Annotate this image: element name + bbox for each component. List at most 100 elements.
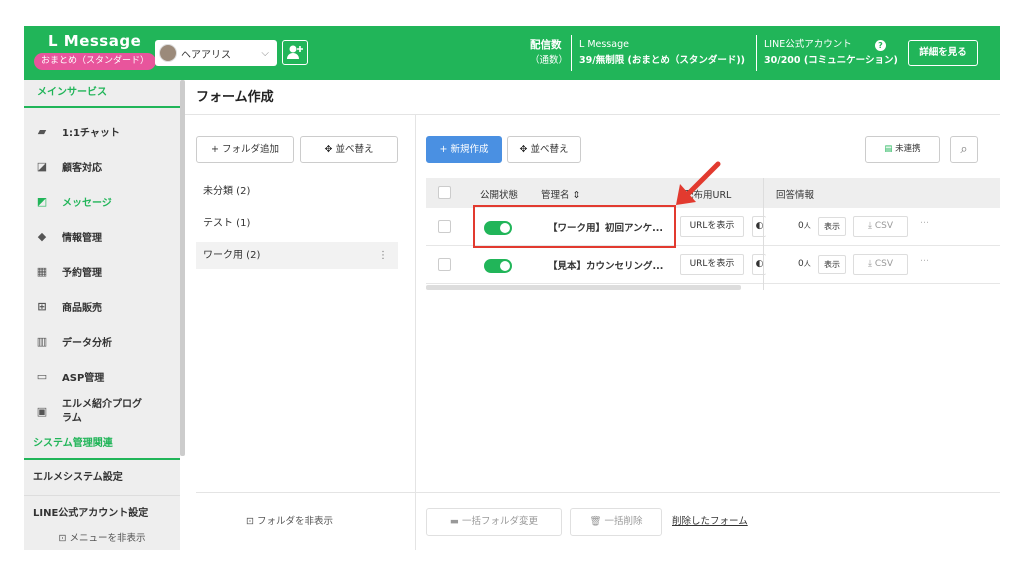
sidebar-item-system-settings[interactable]: エルメシステム設定 xyxy=(24,460,180,496)
csv-button[interactable]: ⤓ CSV xyxy=(853,216,908,237)
referral-icon: ▣ xyxy=(36,405,48,418)
account-name: ヘアアリス xyxy=(181,49,231,61)
bulk-delete-button[interactable]: 🗑 一括削除 xyxy=(570,508,662,536)
unlinked-label: 未連携 xyxy=(895,144,921,154)
deleted-forms-link[interactable]: 削除したフォーム xyxy=(672,507,748,537)
message-icon: ◩ xyxy=(36,194,48,208)
sidebar-item-label: エルメ紹介プログラム xyxy=(62,399,142,424)
add-folder-button[interactable]: + フォルダ追加 xyxy=(196,136,294,163)
more-icon[interactable]: ··· xyxy=(920,256,929,267)
delivery-label: 配信数 xyxy=(530,39,562,51)
folder-label: ワーク用 (2) xyxy=(203,250,261,261)
answer-count-unit: 人 xyxy=(803,222,811,230)
answer-count: 0人 xyxy=(798,259,811,269)
hide-folder-button[interactable]: ⊡ フォルダを非表示 xyxy=(246,507,333,537)
folder-item[interactable]: 未分類 (2) xyxy=(196,178,398,205)
folder-item[interactable]: テスト (1) xyxy=(196,210,398,237)
plan-name: L Message xyxy=(579,39,629,50)
row-checkbox[interactable] xyxy=(438,258,451,271)
move-icon: ✥ xyxy=(519,144,528,155)
show-url-button[interactable]: URLを表示 xyxy=(680,254,744,275)
sidebar-section-system: システム管理関連 xyxy=(24,432,180,460)
column-status: 公開状態 xyxy=(480,190,519,201)
highlight-box xyxy=(473,205,676,248)
new-form-button[interactable]: + 新規作成 xyxy=(426,136,502,163)
row-checkbox[interactable] xyxy=(438,220,451,233)
collapse-icon: ⊡ xyxy=(58,533,67,544)
sidebar-scrollbar[interactable] xyxy=(180,80,185,456)
select-all-checkbox[interactable] xyxy=(438,186,451,199)
sidebar-item-label: 1:1チャット xyxy=(62,128,120,139)
sidebar-item-label: 顧客対応 xyxy=(62,163,102,174)
tag-icon: ◆ xyxy=(37,229,47,243)
footer-divider xyxy=(196,492,1000,493)
divider xyxy=(756,35,757,71)
form-sort-label: 並べ替え xyxy=(530,144,569,155)
answer-count-unit: 人 xyxy=(803,260,811,268)
sidebar-item-label: 商品販売 xyxy=(62,303,102,314)
more-vertical-icon[interactable]: ⋮ xyxy=(378,242,388,269)
sidebar-item-label: メッセージ xyxy=(62,198,112,209)
sidebar-item-line-settings[interactable]: LINE公式アカウント設定 xyxy=(24,496,180,532)
delivery-sub: （通数） xyxy=(530,55,569,66)
search-icon: ⌕ xyxy=(960,142,968,157)
download-icon: ⤓ xyxy=(867,221,872,231)
page-title: フォーム作成 xyxy=(196,90,274,105)
hide-menu-button[interactable]: ⊡ メニューを非表示 xyxy=(24,530,180,544)
csv-button[interactable]: ⤓ CSV xyxy=(853,254,908,275)
trash-icon: 🗑 xyxy=(589,516,602,527)
brand-logo[interactable]: L Message xyxy=(48,32,141,50)
folder-item-selected[interactable]: ワーク用 (2) ⋮ xyxy=(196,242,398,269)
sidebar-item-referral[interactable]: ▣ エルメ紹介プログラム xyxy=(24,394,180,430)
form-sort-button[interactable]: ✥ 並べ替え xyxy=(507,136,581,163)
folder-icon: ▬ xyxy=(449,516,459,527)
publish-toggle[interactable] xyxy=(484,259,512,273)
chart-icon: ▥ xyxy=(36,334,48,348)
csv-label: CSV xyxy=(874,221,893,231)
sidebar-item-sales[interactable]: ⊞ 商品販売 xyxy=(24,289,180,324)
download-icon: ⤓ xyxy=(867,259,872,269)
bulk-folder-label: 一括フォルダ変更 xyxy=(462,516,539,527)
detail-button[interactable]: 詳細を見る xyxy=(908,40,978,66)
bulk-delete-label: 一括削除 xyxy=(604,516,643,527)
view-answers-button[interactable]: 表示 xyxy=(818,255,846,274)
chevron-down-icon: ⌵ xyxy=(261,47,269,59)
add-account-button[interactable] xyxy=(282,40,308,65)
asp-icon: ▭ xyxy=(36,369,48,383)
sheet-icon: ▤ xyxy=(884,144,893,154)
sort-icon: ⇕ xyxy=(572,190,581,201)
sidebar-item-reservation[interactable]: ▦ 予約管理 xyxy=(24,254,180,289)
bulk-folder-change-button[interactable]: ▬ 一括フォルダ変更 xyxy=(426,508,562,536)
sidebar-item-asp[interactable]: ▭ ASP管理 xyxy=(24,359,180,394)
more-icon[interactable]: ··· xyxy=(920,218,929,229)
sidebar-item-label: データ分析 xyxy=(62,338,112,349)
sidebar-item-message[interactable]: ◩ メッセージ xyxy=(24,184,180,219)
collapse-icon: ⊡ xyxy=(246,516,254,527)
form-name[interactable]: 【見本】カウンセリング... xyxy=(548,258,663,272)
chat-icon: ▰ xyxy=(37,124,47,138)
sidebar-item-chat[interactable]: ▰ 1:1チャット xyxy=(24,114,180,149)
folder-sort-button[interactable]: ✥ 並べ替え xyxy=(300,136,398,163)
column-name[interactable]: 管理名 ⇕ xyxy=(541,187,581,201)
sidebar-item-label: ASP管理 xyxy=(62,373,105,384)
csv-label: CSV xyxy=(874,259,893,269)
view-answers-button[interactable]: 表示 xyxy=(818,217,846,236)
column-divider xyxy=(763,178,764,290)
sidebar-item-analytics[interactable]: ▥ データ分析 xyxy=(24,324,180,359)
account-selector[interactable]: ヘアアリス ⌵ xyxy=(155,40,277,66)
hide-folder-label: フォルダを非表示 xyxy=(257,516,334,527)
answer-count: 0人 xyxy=(798,221,811,231)
help-icon[interactable]: ? xyxy=(875,40,886,51)
unlinked-button[interactable]: ▤ 未連携 xyxy=(865,136,940,163)
search-button[interactable]: ⌕ xyxy=(950,136,978,163)
line-account-label: LINE公式アカウント xyxy=(764,39,852,50)
top-header: L Message おまとめ（スタンダード） ヘアアリス ⌵ 配信数 （通数） … xyxy=(24,26,1000,80)
show-url-button[interactable]: URLを表示 xyxy=(680,216,744,237)
sidebar-item-info[interactable]: ◆ 情報管理 xyxy=(24,219,180,254)
table-scrollbar[interactable] xyxy=(426,285,741,290)
title-divider xyxy=(185,114,1000,115)
column-answers: 回答情報 xyxy=(776,190,815,201)
sidebar-section-main: メインサービス xyxy=(24,80,180,108)
sidebar-item-customer[interactable]: ◪ 顧客対応 xyxy=(24,149,180,184)
table-row[interactable]: 【見本】カウンセリング... URLを表示 ◐ 0人 表示 ⤓ CSV ··· xyxy=(426,246,1000,284)
